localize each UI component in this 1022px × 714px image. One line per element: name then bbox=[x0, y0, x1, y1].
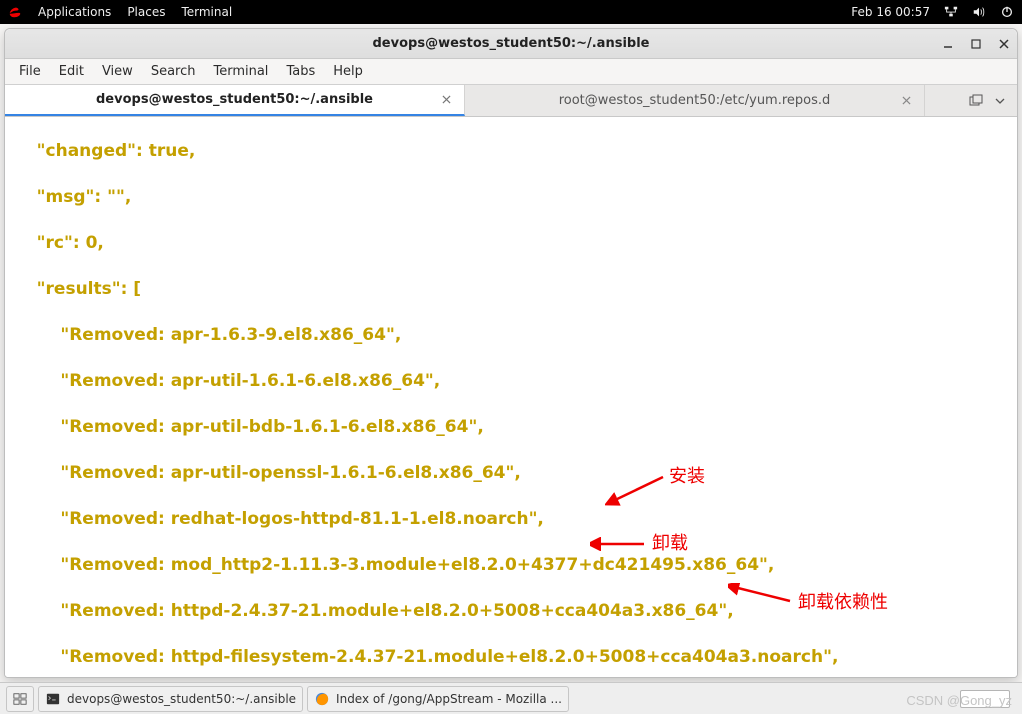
menu-terminal[interactable]: Terminal bbox=[205, 61, 276, 82]
topbar-left: Applications Places Terminal bbox=[8, 5, 232, 19]
window-buttons bbox=[941, 37, 1011, 51]
topbar-right: Feb 16 00:57 bbox=[851, 5, 1014, 19]
taskbar-label: Index of /gong/AppStream - Mozilla ... bbox=[336, 692, 562, 706]
output-line: "Removed: apr-util-bdb-1.6.1-6.el8.x86_6… bbox=[13, 416, 1009, 439]
output-line: "Removed: apr-util-1.6.1-6.el8.x86_64", bbox=[13, 370, 1009, 393]
window-title: devops@westos_student50:~/.ansible bbox=[373, 36, 650, 51]
terminal-menu[interactable]: Terminal bbox=[181, 5, 232, 19]
output-line: "changed": true, bbox=[13, 140, 1009, 163]
power-icon[interactable] bbox=[1000, 5, 1014, 19]
taskbar: devops@westos_student50:~/.ansible Index… bbox=[0, 682, 1022, 714]
redhat-logo-icon bbox=[8, 5, 22, 19]
annotation-uninstall: 卸载 bbox=[590, 537, 648, 551]
output-line: "Removed: redhat-logos-httpd-81.1-1.el8.… bbox=[13, 508, 1009, 531]
annotation-uninstall-deps: 卸载依赖性 bbox=[728, 583, 794, 605]
menu-edit[interactable]: Edit bbox=[51, 61, 92, 82]
close-button[interactable] bbox=[997, 37, 1011, 51]
close-icon[interactable] bbox=[440, 94, 452, 106]
terminal-content[interactable]: "changed": true, "msg": "", "rc": 0, "re… bbox=[5, 117, 1017, 677]
menu-tabs[interactable]: Tabs bbox=[278, 61, 323, 82]
gnome-topbar: Applications Places Terminal Feb 16 00:5… bbox=[0, 0, 1022, 24]
new-tab-icon[interactable] bbox=[969, 94, 983, 108]
output-line: "Removed: apr-1.6.3-9.el8.x86_64", bbox=[13, 324, 1009, 347]
clock[interactable]: Feb 16 00:57 bbox=[851, 5, 930, 19]
output-line: "Removed: httpd-filesystem-2.4.37-21.mod… bbox=[13, 646, 1009, 669]
terminal-icon bbox=[45, 691, 61, 707]
output-line: "results": [ bbox=[13, 278, 1009, 301]
desktop-icon bbox=[12, 691, 28, 707]
minimize-button[interactable] bbox=[941, 37, 955, 51]
menu-view[interactable]: View bbox=[94, 61, 141, 82]
taskbar-terminal[interactable]: devops@westos_student50:~/.ansible bbox=[38, 686, 303, 712]
taskbar-firefox[interactable]: Index of /gong/AppStream - Mozilla ... bbox=[307, 686, 569, 712]
window-titlebar[interactable]: devops@westos_student50:~/.ansible bbox=[5, 29, 1017, 59]
places-menu[interactable]: Places bbox=[127, 5, 165, 19]
watermark: CSDN @Gong_yz bbox=[906, 693, 1012, 708]
terminal-tabs: devops@westos_student50:~/.ansible root@… bbox=[5, 85, 1017, 117]
output-line: "msg": "", bbox=[13, 186, 1009, 209]
output-line: "Removed: apr-util-openssl-1.6.1-6.el8.x… bbox=[13, 462, 1009, 485]
applications-menu[interactable]: Applications bbox=[38, 5, 111, 19]
network-icon[interactable] bbox=[944, 5, 958, 19]
output-line: "rc": 0, bbox=[13, 232, 1009, 255]
tab-devops[interactable]: devops@westos_student50:~/.ansible bbox=[5, 85, 465, 116]
menu-help[interactable]: Help bbox=[325, 61, 371, 82]
output-line: "Removed: mod_http2-1.11.3-3.module+el8.… bbox=[13, 554, 1009, 577]
tab-label: root@westos_student50:/etc/yum.repos.d bbox=[559, 93, 831, 108]
chevron-down-icon[interactable] bbox=[993, 94, 1007, 108]
show-desktop-button[interactable] bbox=[6, 686, 34, 712]
menu-file[interactable]: File bbox=[11, 61, 49, 82]
close-icon[interactable] bbox=[900, 95, 912, 107]
menubar: File Edit View Search Terminal Tabs Help bbox=[5, 59, 1017, 85]
firefox-icon bbox=[314, 691, 330, 707]
tab-root[interactable]: root@westos_student50:/etc/yum.repos.d bbox=[465, 85, 925, 116]
volume-icon[interactable] bbox=[972, 5, 986, 19]
menu-search[interactable]: Search bbox=[143, 61, 204, 82]
terminal-window: devops@westos_student50:~/.ansible File … bbox=[4, 28, 1018, 678]
annotation-install: 安装 bbox=[605, 473, 667, 507]
maximize-button[interactable] bbox=[969, 37, 983, 51]
taskbar-label: devops@westos_student50:~/.ansible bbox=[67, 692, 296, 706]
tab-label: devops@westos_student50:~/.ansible bbox=[96, 92, 373, 107]
